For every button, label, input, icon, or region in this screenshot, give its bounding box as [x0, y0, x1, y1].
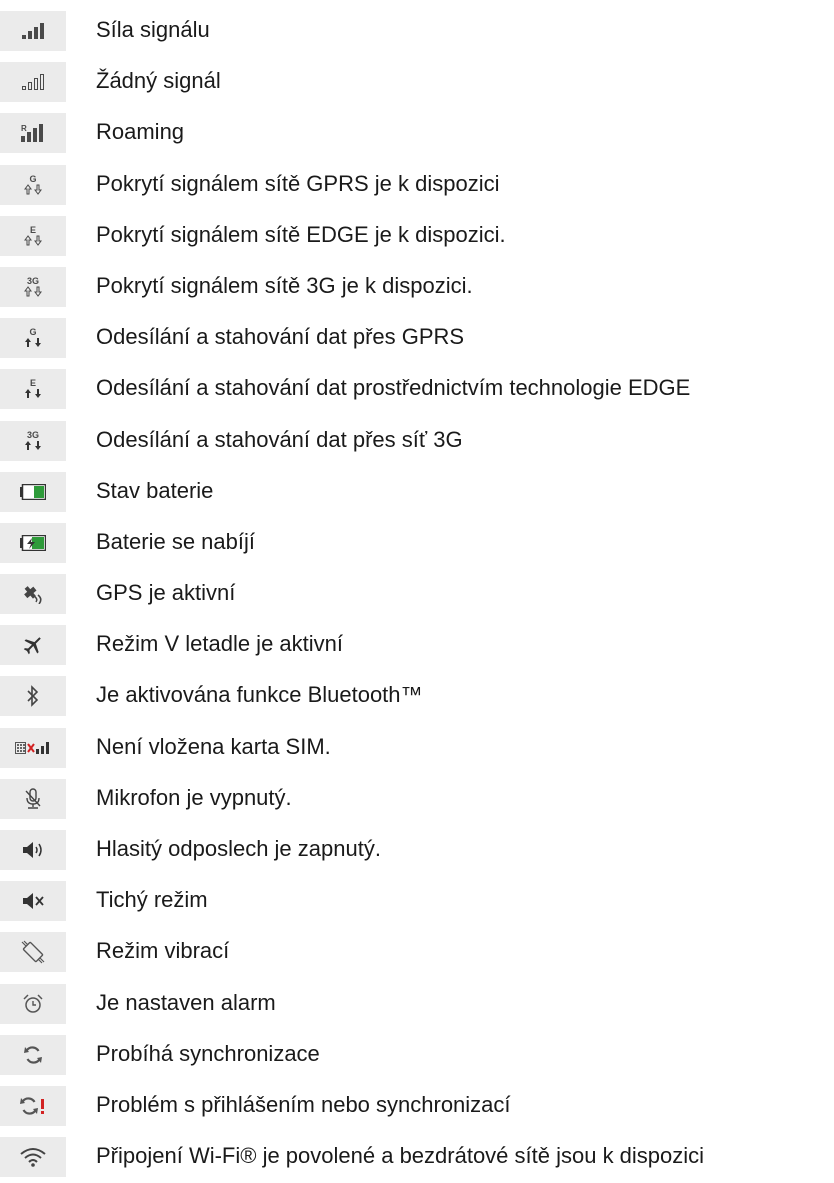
list-item: 3G Odesílání a stahování dat přes síť 3G	[0, 416, 834, 467]
list-item-label: Je nastaven alarm	[96, 989, 276, 1015]
sync-in-progress-icon	[0, 1034, 66, 1075]
list-item-label: Odesílání a stahování dat přes GPRS	[96, 324, 465, 350]
list-item: Mikrofon je vypnutý.	[0, 774, 834, 825]
list-item: Síla signálu	[0, 6, 834, 57]
speakerphone-on-icon	[0, 830, 66, 870]
svg-text:G: G	[29, 174, 36, 184]
alarm-set-icon	[0, 983, 66, 1024]
list-item-label: Tichý režim	[96, 887, 208, 913]
battery-charging-icon	[0, 522, 66, 563]
svg-text:3G: 3G	[27, 430, 39, 440]
list-item-label: Režim V letadle je aktivní	[96, 631, 343, 657]
gprs-data-transfer-icon: G	[0, 318, 66, 359]
list-item-label: Režim vibrací	[96, 938, 230, 964]
gps-active-icon	[0, 574, 66, 615]
list-item-label: Roaming	[96, 119, 185, 145]
list-item-label: Připojení Wi-Fi® je povolené a bezdrátov…	[96, 1143, 705, 1169]
list-item-label: Hlasitý odposlech je zapnutý.	[96, 836, 381, 861]
airplane-mode-icon	[0, 625, 66, 666]
svg-text:G: G	[29, 327, 36, 337]
list-item-label: Mikrofon je vypnutý.	[96, 784, 292, 810]
list-item: Stav baterie	[0, 467, 834, 518]
edge-available-icon: E	[0, 215, 66, 256]
bluetooth-icon	[0, 676, 66, 717]
list-item-label: Není vložena karta SIM.	[96, 733, 331, 759]
list-item: Je nastaven alarm	[0, 979, 834, 1030]
sync-problem-icon	[0, 1085, 66, 1126]
list-item: Je aktivována funkce Bluetooth™	[0, 671, 834, 722]
svg-text:E: E	[30, 378, 36, 388]
roaming-letter: R	[21, 124, 27, 133]
list-item: Není vložena karta SIM.	[0, 723, 834, 774]
wifi-available-icon	[0, 1137, 66, 1178]
list-item: R Roaming	[0, 108, 834, 159]
list-item-label: Odesílání a stahování dat prostřednictví…	[96, 375, 691, 401]
list-item-label: Žádný signál	[96, 68, 221, 94]
status-icon-legend: Síla signálu Žádný signál R Roaming G Po…	[0, 6, 834, 1183]
3g-data-transfer-icon: 3G	[0, 420, 66, 461]
no-signal-icon	[0, 62, 66, 103]
list-item: E Pokrytí signálem sítě EDGE je k dispoz…	[0, 211, 834, 262]
list-item: G Pokrytí signálem sítě GPRS je k dispoz…	[0, 160, 834, 211]
list-item-label: Baterie se nabíjí	[96, 528, 255, 554]
vibrate-mode-icon	[0, 932, 66, 973]
gprs-available-icon: G	[0, 164, 66, 205]
edge-data-transfer-icon: E	[0, 369, 66, 410]
list-item: Režim vibrací	[0, 927, 834, 978]
list-item: Režim V letadle je aktivní	[0, 620, 834, 671]
svg-text:3G: 3G	[27, 276, 39, 286]
battery-status-icon	[0, 471, 66, 512]
list-item-label: Je aktivována funkce Bluetooth™	[96, 682, 423, 708]
list-item: Žádný signál	[0, 57, 834, 108]
silent-mode-icon	[0, 881, 66, 922]
list-item: Hlasitý odposlech je zapnutý.	[0, 825, 834, 876]
list-item: Připojení Wi-Fi® je povolené a bezdrátov…	[0, 1132, 834, 1183]
list-item: G Odesílání a stahování dat přes GPRS	[0, 313, 834, 364]
list-item: GPS je aktivní	[0, 569, 834, 620]
list-item: Baterie se nabíjí	[0, 518, 834, 569]
list-item: 3G Pokrytí signálem sítě 3G je k dispozi…	[0, 262, 834, 313]
3g-available-icon: 3G	[0, 266, 66, 307]
svg-text:E: E	[30, 225, 36, 235]
list-item-label: Odesílání a stahování dat přes síť 3G	[96, 426, 463, 452]
signal-strength-icon	[0, 11, 66, 51]
list-item-label: Síla signálu	[96, 17, 210, 42]
list-item: E Odesílání a stahování dat prostřednict…	[0, 364, 834, 415]
list-item-label: Pokrytí signálem sítě 3G je k dispozici.	[96, 272, 473, 298]
list-item-label: Stav baterie	[96, 477, 214, 503]
list-item-label: Pokrytí signálem sítě EDGE je k dispozic…	[96, 221, 506, 247]
roaming-icon: R	[0, 113, 66, 154]
microphone-muted-icon	[0, 778, 66, 819]
list-item-label: Probíhá synchronizace	[96, 1040, 320, 1066]
no-sim-card-icon	[0, 727, 66, 768]
list-item: Probíhá synchronizace	[0, 1030, 834, 1081]
list-item: Tichý režim	[0, 876, 834, 927]
list-item-label: GPS je aktivní	[96, 580, 236, 606]
list-item-label: Problém s přihlášením nebo synchronizací	[96, 1091, 511, 1117]
list-item: Problém s přihlášením nebo synchronizací	[0, 1081, 834, 1132]
list-item-label: Pokrytí signálem sítě GPRS je k dispozic…	[96, 170, 500, 196]
